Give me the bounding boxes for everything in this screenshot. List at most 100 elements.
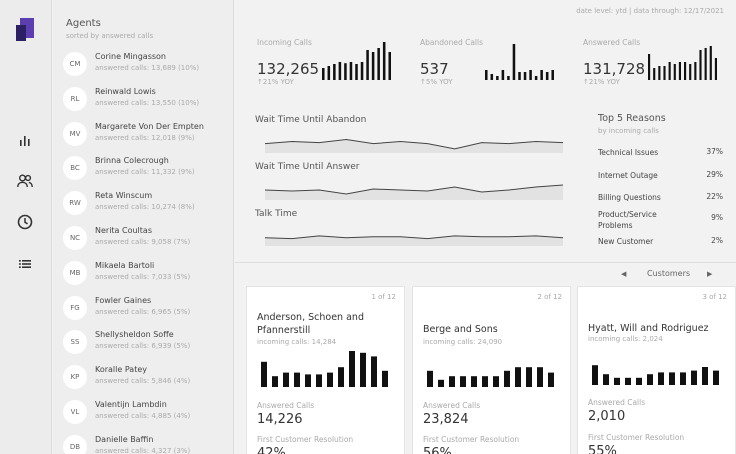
spark-bar [526, 367, 532, 387]
reason-name: Product/Service Problems [598, 210, 657, 230]
spark-bar [648, 54, 651, 80]
reasons-subtitle: by incoming calls [598, 127, 659, 135]
avatar: NC [63, 226, 87, 250]
customers-next-button[interactable]: ▶ [707, 270, 712, 278]
answered-calls-label: Answered Calls [423, 401, 481, 410]
spark-bar [294, 372, 300, 387]
spark-bar [382, 370, 388, 387]
agent-name: Mikaela Bartoli [95, 260, 155, 270]
reason-name: New Customer [598, 237, 654, 246]
spark-bar [534, 76, 538, 80]
spark-bar [482, 376, 488, 387]
customer-sparkbars [261, 351, 388, 387]
list-icon[interactable] [15, 254, 35, 274]
customer-card[interactable]: 2 of 12 Berge and Sons incoming calls: 2… [412, 286, 571, 454]
spark-bar [647, 374, 653, 385]
kpi-label-incoming: Incoming Calls [257, 38, 312, 47]
spark-bar [668, 62, 671, 80]
bar-chart-icon[interactable] [15, 130, 35, 150]
customer-incoming: incoming calls: 2,024 [588, 335, 663, 343]
date-line: date level: ytd | data through: 12/17/20… [576, 7, 724, 15]
spark-bar [493, 376, 499, 387]
spark-bar [366, 50, 369, 80]
agent-calls: answered calls: 11,332 (9%) [95, 168, 195, 177]
answered-calls-value: 23,824 [423, 412, 469, 427]
spark-bar [636, 377, 642, 385]
spark-bar [316, 374, 322, 387]
spark-bar [714, 58, 717, 80]
avatar: MB [63, 260, 87, 285]
logo-icon[interactable] [16, 18, 36, 42]
agent-row[interactable]: MB Mikaela Bartoli answered calls: 7,033 (… [63, 258, 228, 288]
agents-title: Agents [66, 18, 101, 29]
spark-bar [603, 374, 609, 385]
agent-calls: answered calls: 13,689 (10%) [95, 64, 200, 72]
spark-bar [338, 62, 342, 80]
agent-row[interactable]: KP Koralle Patey answered calls: 5,846 (4%… [63, 362, 228, 392]
spark-bar [694, 62, 697, 80]
spark-bar [349, 351, 355, 387]
agent-row[interactable]: DB Danielle Baffin answered calls: 4,327 (… [63, 432, 228, 454]
clock-icon[interactable] [15, 212, 35, 232]
customer-card[interactable]: 3 of 12 Hyatt, Will and Rodriguez incomi… [577, 286, 736, 454]
agent-row[interactable]: SS Shellysheldon Soffe answered calls: 6,9… [63, 327, 228, 357]
agent-name: Danielle Baffin [95, 434, 154, 444]
spark-bar [327, 372, 333, 387]
spark-bar [460, 376, 466, 387]
agent-row[interactable]: NC Nerita Coultas answered calls: 9,058 (7… [63, 223, 228, 253]
agent-row[interactable]: MV Margarete Von Der Empten answered calls… [63, 119, 228, 149]
avatar: SS [63, 330, 87, 355]
kpi-value-incoming: 132,265 [257, 60, 320, 78]
agents-panel: Agents sorted by answered calls CM Corine… [53, 0, 234, 454]
customers-label: Customers [647, 269, 691, 278]
spark-bar [496, 76, 499, 80]
agent-row[interactable]: RL Reinwald Lowis answered calls: 13,550 (… [63, 84, 228, 114]
spark-bar [658, 372, 664, 385]
spark-bar [523, 72, 527, 80]
answered-calls-value: 2,010 [588, 409, 626, 424]
wait-abandon-label: Wait Time Until Abandon [255, 115, 367, 125]
agent-row[interactable]: RW Reta Winscum answered calls: 10,274 (8%… [63, 188, 228, 218]
agent-calls: answered calls: 6,965 (5%) [95, 307, 191, 316]
customer-incoming: incoming calls: 24,090 [423, 338, 503, 346]
customer-incoming: incoming calls: 14,284 [257, 338, 337, 346]
answered-calls-label: Answered Calls [588, 398, 646, 407]
fcr-value: 55% [588, 444, 617, 454]
spark-bar [702, 367, 708, 385]
agent-row[interactable]: BC Brinna Colecrough answered calls: 11,33… [63, 153, 228, 183]
spark-bar [678, 62, 681, 80]
spark-bar [704, 48, 707, 80]
reason-pct: 9% [711, 213, 723, 222]
spark-bar [673, 64, 676, 80]
spark-bar [680, 372, 686, 385]
spark-bar [684, 62, 687, 80]
spark-bar [449, 376, 455, 387]
spark-bar [490, 74, 494, 80]
spark-bar [355, 64, 358, 80]
spark-bar [653, 68, 656, 80]
spark-bar [485, 70, 488, 80]
agent-row[interactable]: FG Fowler Gaines answered calls: 6,965 (5%… [63, 293, 228, 323]
card-index: 2 of 12 [537, 293, 562, 301]
agent-row[interactable]: CM Corine Mingasson answered calls: 13,689… [63, 49, 228, 79]
avatar: FG [63, 295, 87, 320]
agent-row[interactable]: VL Valentijn Lambdin answered calls: 4,885… [63, 397, 228, 427]
spark-bar [663, 66, 666, 80]
spark-bar [382, 42, 386, 80]
avatar: BC [63, 156, 87, 181]
spark-bar [689, 64, 692, 80]
avatar: MV [63, 121, 87, 146]
spark-bar [614, 377, 620, 385]
agent-calls: answered calls: 10,274 (8%) [95, 203, 195, 212]
spark-bar [504, 370, 510, 387]
people-icon[interactable] [15, 171, 35, 191]
reason-pct: 2% [711, 236, 723, 245]
reason-pct: 29% [706, 170, 723, 179]
customers-prev-button[interactable]: ◀ [621, 270, 626, 278]
agent-calls: answered calls: 6,939 (5%) [95, 342, 191, 351]
area-fill [265, 185, 563, 200]
customer-card[interactable]: 1 of 12 Anderson, Schoen and Pfannerstil… [246, 286, 405, 454]
agent-name: Shellysheldon Soffe [95, 330, 174, 340]
spark-bar [529, 70, 532, 80]
reason-name: Internet Outage [598, 171, 658, 180]
